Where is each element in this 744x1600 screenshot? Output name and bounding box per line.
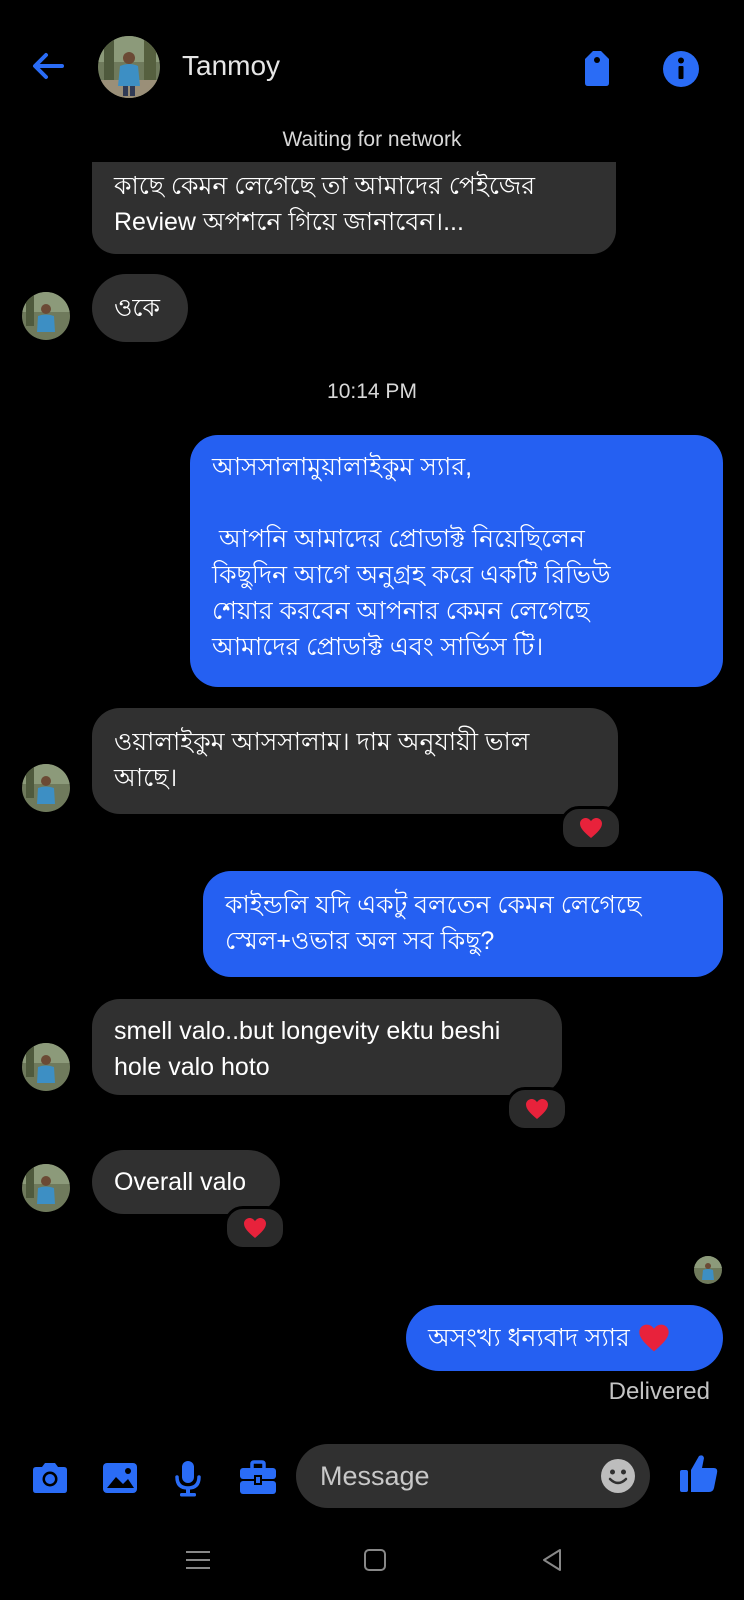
briefcase-icon[interactable] (236, 1456, 280, 1500)
heart-reaction[interactable] (560, 806, 622, 850)
red-heart-emoji-icon (639, 1324, 669, 1352)
chat-header: Tanmoy Waiting for network (0, 0, 744, 151)
sender-avatar[interactable] (22, 1043, 70, 1091)
outgoing-message-bubble[interactable]: আসসালামুয়ালাইকুম স্যার, আপনি আমাদের প্র… (190, 435, 723, 687)
gallery-icon[interactable] (98, 1456, 142, 1500)
sender-avatar[interactable] (22, 1164, 70, 1212)
microphone-icon[interactable] (166, 1456, 210, 1500)
info-icon[interactable] (662, 50, 700, 88)
emoji-icon[interactable] (600, 1458, 636, 1494)
back-nav-icon[interactable] (534, 1542, 570, 1578)
outgoing-message-bubble[interactable]: অসংখ্য ধন্যবাদ স্যার (406, 1305, 723, 1371)
heart-icon (580, 818, 602, 838)
home-icon[interactable] (357, 1542, 393, 1578)
contact-name[interactable]: Tanmoy (182, 50, 280, 82)
recent-apps-icon[interactable] (180, 1542, 216, 1578)
outgoing-message-bubble[interactable]: কাইন্ডলি যদি একটু বলতেন কেমন লেগেছে স্মে… (203, 871, 723, 977)
message-composer (0, 1440, 744, 1520)
system-navigation-bar (0, 1520, 744, 1600)
thumbs-up-icon[interactable] (676, 1450, 722, 1496)
message-timestamp: 10:14 PM (327, 380, 417, 403)
tag-icon[interactable] (578, 48, 616, 88)
back-arrow-icon[interactable] (28, 46, 68, 86)
delivery-status: Delivered (608, 1378, 710, 1405)
heart-icon (244, 1218, 266, 1238)
contact-avatar[interactable] (98, 36, 160, 98)
camera-icon[interactable] (28, 1456, 72, 1500)
heart-reaction[interactable] (506, 1087, 568, 1131)
incoming-message-bubble[interactable]: Overall valo (92, 1150, 280, 1214)
incoming-message-bubble[interactable]: আমাদের প্রোডাক্ট এবং সার্ভিস আপনার কাছে … (92, 162, 616, 254)
sender-avatar[interactable] (22, 764, 70, 812)
heart-icon (526, 1099, 548, 1119)
network-status: Waiting for network (282, 128, 462, 151)
message-input-field[interactable] (296, 1444, 650, 1508)
message-input[interactable] (318, 1459, 562, 1493)
incoming-message-bubble[interactable]: smell valo..but longevity ektu beshi hol… (92, 999, 562, 1095)
heart-reaction[interactable] (224, 1206, 286, 1250)
sender-avatar[interactable] (22, 292, 70, 340)
incoming-message-bubble[interactable]: ওকে (92, 274, 188, 342)
incoming-message-bubble[interactable]: ওয়ালাইকুম আসসালাম। দাম অনুযায়ী ভাল আছে… (92, 708, 618, 814)
messenger-chat-screen: Tanmoy Waiting for network আমাদের প্রোডা… (0, 0, 744, 1600)
message-text: অসংখ্য ধন্যবাদ স্যার (428, 1324, 630, 1352)
seen-receipt-avatar (694, 1256, 722, 1284)
